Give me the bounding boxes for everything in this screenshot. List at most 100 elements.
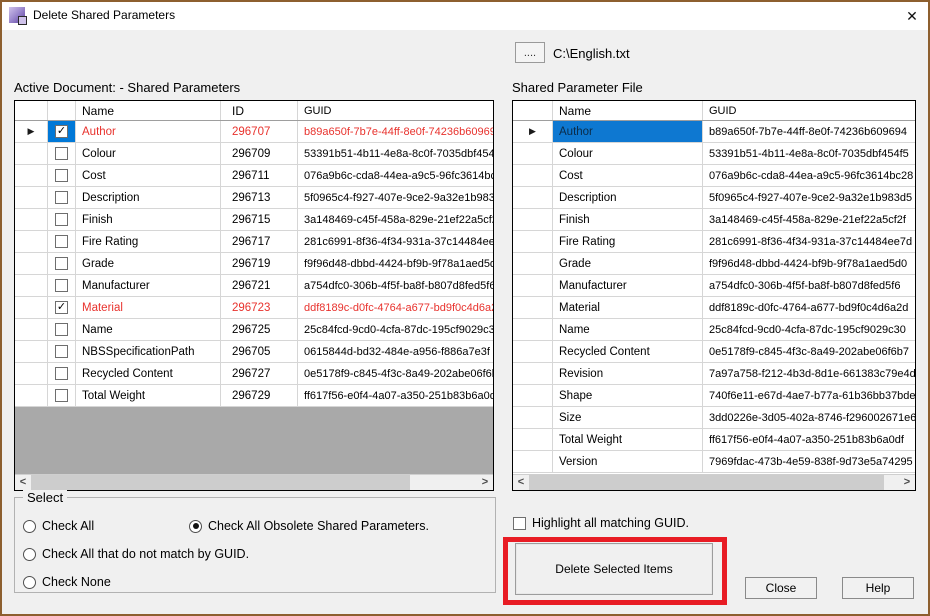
param-guid-cell[interactable]: 7969fdac-473b-4e59-838f-9d73e5a74295 <box>703 451 915 472</box>
param-name-cell[interactable]: Name <box>553 319 703 340</box>
row-selector-cell[interactable] <box>15 341 48 362</box>
header-name-column[interactable]: Name <box>76 101 221 120</box>
radio-check-none[interactable]: Check None <box>23 575 111 589</box>
checkbox-unchecked-icon[interactable] <box>55 235 68 248</box>
row-selector-cell[interactable] <box>15 253 48 274</box>
param-name-cell[interactable]: Total Weight <box>553 429 703 450</box>
row-selector-cell[interactable] <box>513 187 553 208</box>
table-row[interactable]: Size3dd0226e-3d05-402a-8746-f296002671e6 <box>513 407 915 429</box>
param-name-cell[interactable]: Colour <box>553 143 703 164</box>
param-guid-cell[interactable]: 7a97a758-f212-4b3d-8d1e-661383c79e4d <box>703 363 915 384</box>
highlight-matching-guid-option[interactable]: Highlight all matching GUID. <box>513 516 689 530</box>
param-id-cell[interactable]: 296709 <box>221 143 298 164</box>
table-row[interactable]: Total Weightff617f56-e0f4-4a07-a350-251b… <box>513 429 915 451</box>
scrollbar-thumb[interactable] <box>31 475 410 490</box>
checkbox-unchecked-icon[interactable] <box>55 279 68 292</box>
param-name-cell[interactable]: Author <box>553 121 703 142</box>
param-guid-cell[interactable]: a754dfc0-306b-4f5f-ba8f-b807d8fed5f6 <box>298 275 493 296</box>
scroll-left-icon[interactable]: < <box>15 475 31 490</box>
param-id-cell[interactable]: 296705 <box>221 341 298 362</box>
scroll-left-icon[interactable]: < <box>513 475 529 490</box>
scroll-right-icon[interactable]: > <box>899 475 915 490</box>
param-name-cell[interactable]: Cost <box>553 165 703 186</box>
param-name-cell[interactable]: Fire Rating <box>553 231 703 252</box>
param-name-cell[interactable]: Cost <box>76 165 221 186</box>
row-checkbox-cell[interactable] <box>48 165 76 186</box>
param-id-cell[interactable]: 296723 <box>221 297 298 318</box>
table-row[interactable]: Cost296711076a9b6c-cda8-44ea-a9c5-96fc36… <box>15 165 493 187</box>
param-name-cell[interactable]: Total Weight <box>76 385 221 406</box>
param-id-cell[interactable]: 296721 <box>221 275 298 296</box>
row-checkbox-cell[interactable] <box>48 187 76 208</box>
param-guid-cell[interactable]: ddf8189c-d0fc-4764-a677-bd9f0c4d6a2d <box>703 297 915 318</box>
table-row[interactable]: NBSSpecificationPath2967050615844d-bd32-… <box>15 341 493 363</box>
param-guid-cell[interactable]: 3dd0226e-3d05-402a-8746-f296002671e6 <box>703 407 915 428</box>
param-guid-cell[interactable]: 53391b51-4b11-4e8a-8c0f-7035dbf454f5 <box>298 143 493 164</box>
param-id-cell[interactable]: 296719 <box>221 253 298 274</box>
param-guid-cell[interactable]: 0e5178f9-c845-4f3c-8a49-202abe06f6b7 <box>298 363 493 384</box>
param-guid-cell[interactable]: 0615844d-bd32-484e-a956-f886a7e3f <box>298 341 493 362</box>
checkbox-unchecked-icon[interactable] <box>55 389 68 402</box>
param-name-cell[interactable]: Grade <box>76 253 221 274</box>
browse-file-button[interactable]: .... <box>515 42 545 63</box>
checkbox-unchecked-icon[interactable] <box>55 257 68 270</box>
param-guid-cell[interactable]: ddf8189c-d0fc-4764-a677-bd9f0c4d6a2d <box>298 297 493 318</box>
row-selector-cell[interactable] <box>15 319 48 340</box>
row-selector-cell[interactable] <box>15 165 48 186</box>
row-checkbox-cell[interactable]: ✓ <box>48 121 76 142</box>
param-id-cell[interactable]: 296711 <box>221 165 298 186</box>
horizontal-scrollbar[interactable]: < > <box>513 474 915 490</box>
param-name-cell[interactable]: Shape <box>553 385 703 406</box>
row-selector-cell[interactable] <box>15 275 48 296</box>
param-id-cell[interactable]: 296725 <box>221 319 298 340</box>
param-name-cell[interactable]: Colour <box>76 143 221 164</box>
checkbox-unchecked-icon[interactable] <box>55 169 68 182</box>
row-selector-cell[interactable] <box>513 451 553 472</box>
param-guid-cell[interactable]: 3a148469-c45f-458a-829e-21ef22a5cf2f <box>703 209 915 230</box>
table-row[interactable]: Description5f0965c4-f927-407e-9ce2-9a32e… <box>513 187 915 209</box>
table-row[interactable]: Colour29670953391b51-4b11-4e8a-8c0f-7035… <box>15 143 493 165</box>
row-selector-cell[interactable] <box>513 319 553 340</box>
param-guid-cell[interactable]: a754dfc0-306b-4f5f-ba8f-b807d8fed5f6 <box>703 275 915 296</box>
param-guid-cell[interactable]: 25c84fcd-9cd0-4cfa-87dc-195cf9029c30 <box>703 319 915 340</box>
row-selector-cell[interactable] <box>513 363 553 384</box>
table-row[interactable]: Manufacturer296721a754dfc0-306b-4f5f-ba8… <box>15 275 493 297</box>
param-guid-cell[interactable]: 740f6e11-e67d-4ae7-b77a-61b36bb37bde <box>703 385 915 406</box>
table-row[interactable]: Fire Rating281c6991-8f36-4f34-931a-37c14… <box>513 231 915 253</box>
param-guid-cell[interactable]: ff617f56-e0f4-4a07-a350-251b83b6a0df <box>298 385 493 406</box>
param-id-cell[interactable]: 296707 <box>221 121 298 142</box>
param-id-cell[interactable]: 296717 <box>221 231 298 252</box>
checkbox-checked-icon[interactable]: ✓ <box>55 301 68 314</box>
param-name-cell[interactable]: Version <box>553 451 703 472</box>
header-guid-column[interactable]: GUID <box>703 101 915 120</box>
param-name-cell[interactable]: Finish <box>76 209 221 230</box>
header-name-column[interactable]: Name <box>553 101 703 120</box>
row-checkbox-cell[interactable] <box>48 143 76 164</box>
checkbox-unchecked-icon[interactable] <box>55 213 68 226</box>
param-guid-cell[interactable]: 53391b51-4b11-4e8a-8c0f-7035dbf454f5 <box>703 143 915 164</box>
table-row[interactable]: Finish3a148469-c45f-458a-829e-21ef22a5cf… <box>513 209 915 231</box>
row-selector-cell[interactable] <box>15 297 48 318</box>
row-selector-cell[interactable] <box>15 209 48 230</box>
table-row[interactable]: ▶✓Author296707b89a650f-7b7e-44ff-8e0f-74… <box>15 121 493 143</box>
param-name-cell[interactable]: Recycled Content <box>76 363 221 384</box>
row-selector-cell[interactable] <box>513 209 553 230</box>
row-selector-cell[interactable] <box>15 363 48 384</box>
radio-icon[interactable] <box>23 548 36 561</box>
delete-selected-items-button[interactable]: Delete Selected Items <box>515 543 713 595</box>
param-guid-cell[interactable]: 25c84fcd-9cd0-4cfa-87dc-195cf9029c30 <box>298 319 493 340</box>
table-row[interactable]: Fire Rating296717281c6991-8f36-4f34-931a… <box>15 231 493 253</box>
param-name-cell[interactable]: Recycled Content <box>553 341 703 362</box>
table-row[interactable]: Name29672525c84fcd-9cd0-4cfa-87dc-195cf9… <box>15 319 493 341</box>
close-button[interactable]: Close <box>745 577 817 599</box>
param-id-cell[interactable]: 296727 <box>221 363 298 384</box>
row-selector-cell[interactable] <box>513 165 553 186</box>
table-row[interactable]: Colour53391b51-4b11-4e8a-8c0f-7035dbf454… <box>513 143 915 165</box>
radio-check-all[interactable]: Check All <box>23 519 94 533</box>
row-selector-cell[interactable] <box>15 187 48 208</box>
table-row[interactable]: Recycled Content2967270e5178f9-c845-4f3c… <box>15 363 493 385</box>
checkbox-unchecked-icon[interactable] <box>55 367 68 380</box>
scrollbar-track[interactable] <box>529 475 899 490</box>
param-guid-cell[interactable]: f9f96d48-dbbd-4424-bf9b-9f78a1aed5d0 <box>703 253 915 274</box>
radio-icon[interactable] <box>23 576 36 589</box>
